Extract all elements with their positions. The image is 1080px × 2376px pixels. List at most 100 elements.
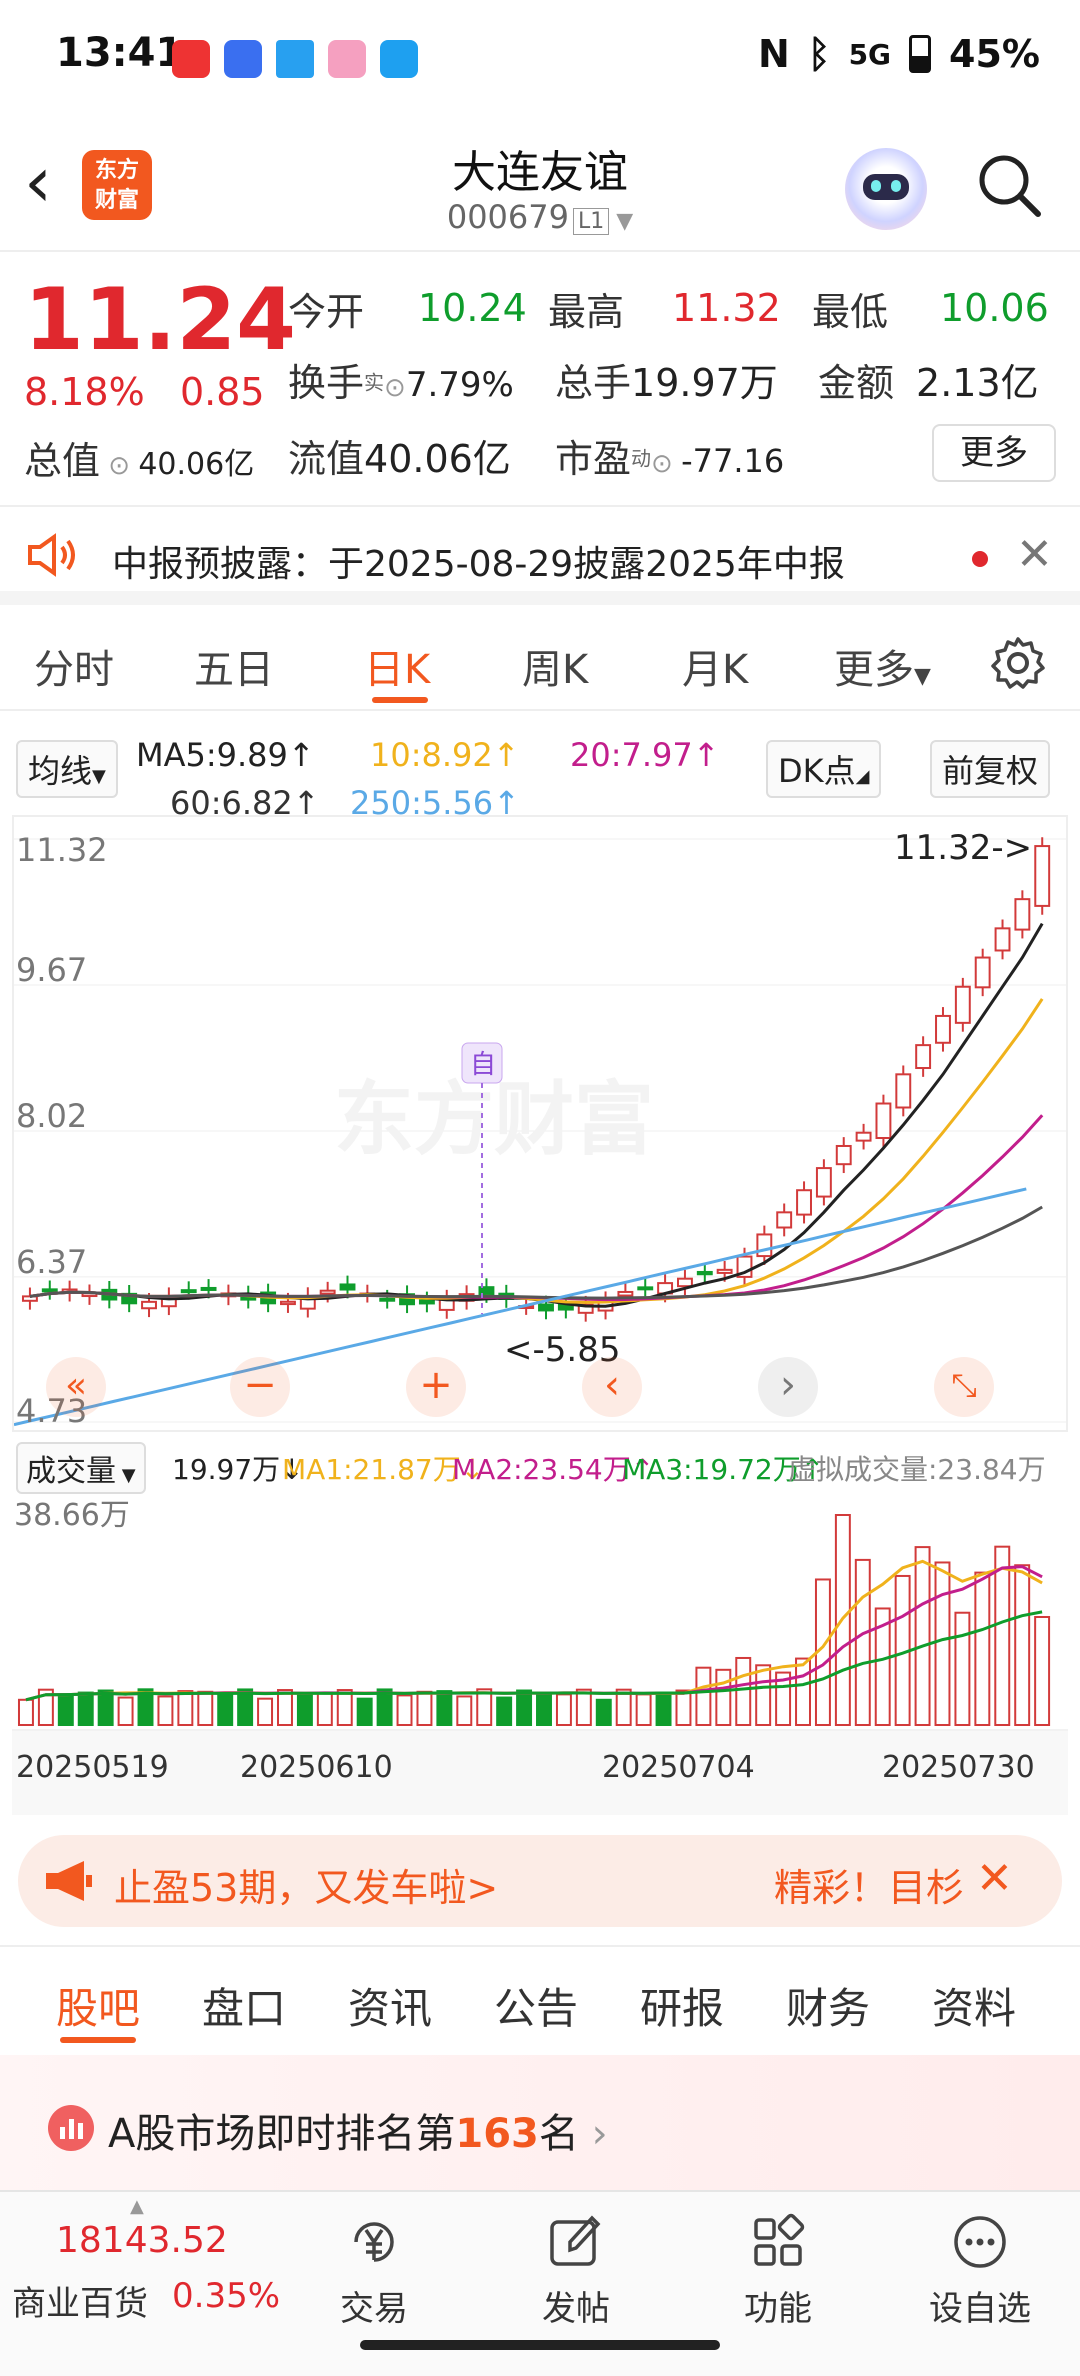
notice-bar[interactable]: 中报预披露：于2025-08-29披露2025年中报 ✕	[0, 505, 1080, 605]
tab-more[interactable]: 更多▼	[834, 637, 931, 695]
bluetooth-icon: ᛒ	[807, 32, 831, 76]
virtual-volume: 虚拟成交量:23.84万	[788, 1453, 1046, 1486]
volume-bar	[516, 1689, 533, 1727]
volume-bar	[575, 1688, 592, 1726]
pe-cell: 市盈动⊙ -77.16	[555, 437, 785, 481]
close-icon[interactable]: ✕	[1016, 529, 1053, 580]
active-tab-indicator	[60, 2037, 136, 2043]
candle-body	[319, 1289, 336, 1295]
ma20-value: 20:7.97↑	[570, 736, 720, 774]
megaphone-icon	[46, 1861, 92, 1901]
tab-minute[interactable]: 分时	[34, 637, 114, 695]
watermark: 东方财富	[334, 1075, 654, 1164]
candle-body	[935, 1014, 951, 1044]
volume-bar	[675, 1689, 692, 1726]
volume-bar	[615, 1688, 632, 1726]
volume-bar	[316, 1692, 333, 1727]
status-bar: 13:41 N ᛒ 5G 45%	[0, 0, 1080, 120]
info-icon[interactable]: ⊙	[100, 451, 138, 481]
candle-body	[756, 1233, 773, 1258]
volume-bar	[177, 1690, 194, 1726]
volume-toggle[interactable]: 成交量 ▼	[16, 1442, 146, 1494]
fullscreen-icon[interactable]: ⤡	[934, 1357, 994, 1417]
nav-trade[interactable]: 交易	[294, 2212, 454, 2330]
mktcap-cell: 总值 ⊙ 40.06亿	[24, 439, 255, 483]
volume-bar	[655, 1691, 672, 1726]
info-icon[interactable]: ⊙	[651, 449, 681, 479]
tab-research[interactable]: 研报	[640, 1975, 724, 2036]
app-notify-icon	[380, 40, 418, 78]
candle-body	[776, 1211, 793, 1229]
assistant-robot-icon[interactable]	[845, 148, 927, 230]
volume-bar	[954, 1611, 971, 1726]
pan-right-icon[interactable]: ›	[758, 1357, 818, 1417]
candle-body	[141, 1300, 157, 1310]
volume-bar	[536, 1691, 552, 1726]
adjust-button[interactable]: 前复权	[930, 740, 1051, 798]
volume-bar	[715, 1668, 732, 1727]
change-amount: 0.85	[180, 370, 265, 414]
volume-bar	[635, 1693, 652, 1727]
zoom-out-icon[interactable]: −	[230, 1357, 290, 1417]
candle-body	[379, 1297, 396, 1302]
nfc-icon: N	[757, 32, 790, 76]
volume-bar	[914, 1546, 931, 1727]
info-icon[interactable]: ⊙	[384, 373, 406, 403]
ma5-value: MA5:9.89↑	[136, 736, 315, 774]
ad-banner[interactable]: 止盈53期，又发车啦> 精彩！目杉 ✕	[18, 1835, 1062, 1927]
volume-bar	[1034, 1616, 1051, 1726]
volume-chart[interactable]: 38.66万 20250519 20250610 20250704 202507…	[12, 1495, 1068, 1815]
index-value[interactable]: 18143.52	[56, 2220, 228, 2261]
pan-left-icon[interactable]: ‹	[582, 1357, 642, 1417]
volume-svg: 38.66万 20250519 20250610 20250704 202507…	[12, 1498, 1068, 1815]
close-icon[interactable]: ✕	[976, 1853, 1013, 1904]
dk-point-button[interactable]: DK点◢	[766, 740, 882, 798]
float-value: 40.06亿	[364, 437, 511, 481]
volume-bar	[994, 1545, 1011, 1726]
date-label: 20250704	[602, 1750, 755, 1785]
candle-body	[478, 1286, 495, 1295]
tab-finance[interactable]: 财务	[786, 1975, 870, 2036]
gesture-bar[interactable]	[360, 2340, 720, 2350]
kline-chart[interactable]: 东方财富 11.32 9.67 8.02 6.37 4.73 11.32-> <-5.85…	[12, 815, 1068, 1432]
index-name[interactable]: 商业百货	[12, 2276, 148, 2325]
fast-back-icon[interactable]: «	[46, 1357, 106, 1417]
tab-pankou[interactable]: 盘口	[202, 1975, 286, 2036]
volume-bar	[595, 1698, 612, 1727]
nav-functions[interactable]: 功能	[698, 2212, 858, 2330]
nav-post[interactable]: 发帖	[496, 2212, 656, 2330]
zoom-in-icon[interactable]: +	[406, 1357, 466, 1417]
tab-monthly-k[interactable]: 月K	[682, 637, 748, 695]
ma10-value: 10:8.92↑	[370, 736, 520, 774]
tab-weekly-k[interactable]: 周K	[522, 637, 588, 695]
candle-body	[418, 1299, 435, 1305]
collapse-icon[interactable]: ▲	[130, 2196, 144, 2217]
volume-bar	[17, 1698, 34, 1727]
volume-bar	[396, 1694, 413, 1727]
axis-label: 8.02	[16, 1097, 87, 1135]
nav-add-watchlist[interactable]: 设自选	[900, 2212, 1060, 2330]
battery-icon	[909, 35, 932, 73]
speaker-icon	[28, 533, 75, 577]
volume-bar	[296, 1692, 313, 1726]
candle-body	[835, 1144, 852, 1166]
tab-guba[interactable]: 股吧	[56, 1975, 140, 2036]
settings-gear-icon[interactable]	[990, 635, 1046, 691]
date-label: 20250610	[240, 1750, 393, 1785]
active-tab-indicator	[372, 697, 428, 703]
tab-daily-k[interactable]: 日K	[364, 637, 430, 695]
tab-announcement[interactable]: 公告	[494, 1975, 578, 2036]
tab-5day[interactable]: 五日	[194, 637, 274, 695]
volume-bar	[755, 1664, 772, 1727]
ma-toggle[interactable]: 均线▼	[16, 740, 118, 798]
app-notify-icon	[172, 40, 210, 78]
tab-profile[interactable]: 资料	[932, 1975, 1016, 2036]
market-rank-card[interactable]: A股市场即时排名第163名 ›	[0, 2055, 1080, 2195]
status-time: 13:41	[56, 30, 184, 76]
volume-bar	[257, 1697, 274, 1726]
tab-news[interactable]: 资讯	[348, 1975, 432, 2036]
search-icon[interactable]	[976, 152, 1042, 218]
more-button[interactable]: 更多	[932, 424, 1056, 482]
quote-row-2: 换手实⊙7.79%	[288, 361, 514, 405]
self-mark: 自	[470, 1050, 496, 1080]
